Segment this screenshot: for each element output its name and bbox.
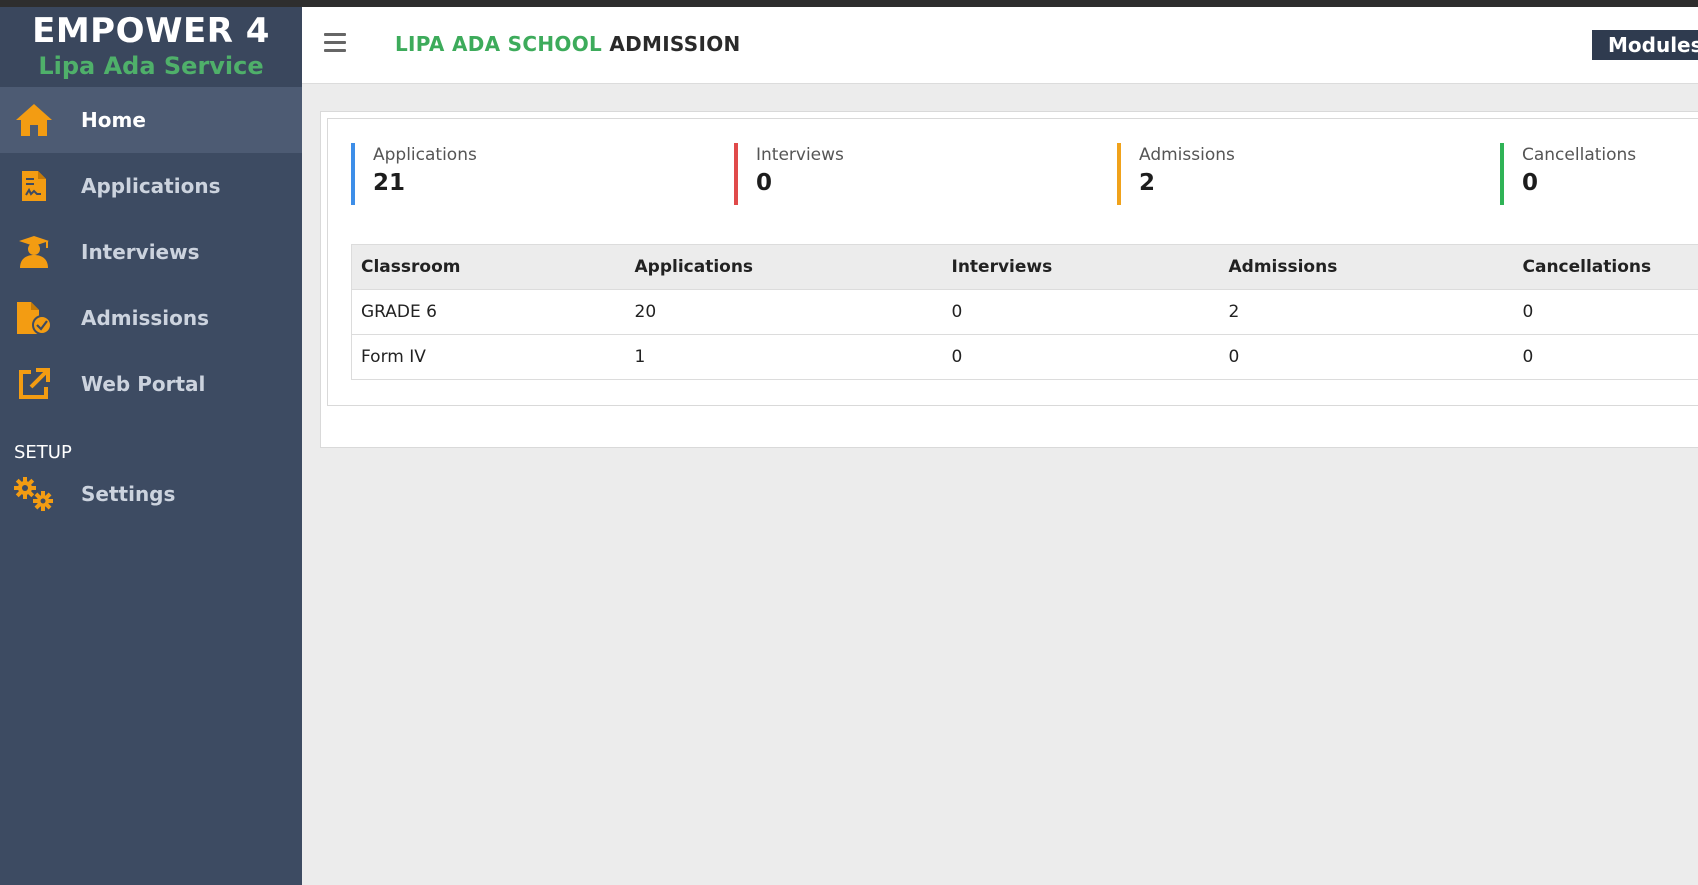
table-cell-classroom: GRADE 6 bbox=[351, 289, 626, 335]
stat-admissions: Admissions 2 bbox=[1117, 143, 1235, 205]
brand-title: EMPOWER 4 bbox=[32, 11, 270, 51]
stat-value: 0 bbox=[756, 170, 773, 196]
menu-toggle-icon[interactable] bbox=[324, 33, 346, 53]
sidebar-item-label: Interviews bbox=[81, 240, 200, 264]
brand: EMPOWER 4 Lipa Ada Service bbox=[0, 7, 302, 87]
sidebar-item-admissions[interactable]: Admissions bbox=[0, 285, 302, 351]
table-cell-cancellations: 0 bbox=[1513, 334, 1698, 380]
column-header-interviews: Interviews bbox=[942, 244, 1220, 290]
sidebar-item-label: Settings bbox=[81, 482, 176, 506]
table-cell-interviews: 0 bbox=[942, 334, 1220, 380]
brand-subtitle: Lipa Ada Service bbox=[38, 52, 264, 80]
column-header-classroom: Classroom bbox=[351, 244, 626, 290]
stat-interviews: Interviews 0 bbox=[734, 143, 844, 205]
page-title-school: LIPA ADA SCHOOL bbox=[395, 32, 603, 56]
window-top-strip bbox=[0, 0, 1698, 7]
stat-cancellations: Cancellations 0 bbox=[1500, 143, 1636, 205]
table-cell-admissions: 2 bbox=[1219, 289, 1514, 335]
page-title: LIPA ADA SCHOOL ADMISSION bbox=[395, 32, 741, 56]
column-header-applications: Applications bbox=[625, 244, 943, 290]
home-icon bbox=[12, 100, 56, 140]
sidebar: EMPOWER 4 Lipa Ada Service Home Applicat… bbox=[0, 7, 302, 885]
table-cell-cancellations: 0 bbox=[1513, 289, 1698, 335]
stat-label: Interviews bbox=[756, 145, 844, 165]
dashboard-card: Applications 21 Interviews 0 Admissions … bbox=[327, 118, 1698, 406]
sidebar-item-label: Web Portal bbox=[81, 372, 206, 396]
sidebar-item-label: Home bbox=[81, 108, 146, 132]
table-cell-admissions: 0 bbox=[1219, 334, 1514, 380]
stat-label: Admissions bbox=[1139, 145, 1235, 165]
table-cell-classroom: Form IV bbox=[351, 334, 626, 380]
table-cell-interviews: 0 bbox=[942, 289, 1220, 335]
sidebar-item-interviews[interactable]: Interviews bbox=[0, 219, 302, 285]
table-row: GRADE 6 20 0 2 0 bbox=[351, 289, 1698, 335]
stat-applications: Applications 21 bbox=[351, 143, 477, 205]
column-header-cancellations: Cancellations bbox=[1513, 244, 1698, 290]
table-cell-applications: 20 bbox=[625, 289, 943, 335]
sidebar-item-settings[interactable]: Settings bbox=[0, 467, 302, 521]
sidebar-item-label: Applications bbox=[81, 174, 221, 198]
external-link-icon bbox=[12, 364, 56, 404]
stat-label: Applications bbox=[373, 145, 477, 165]
graduate-user-icon bbox=[12, 232, 56, 272]
file-signature-icon bbox=[12, 166, 56, 206]
gears-icon bbox=[12, 474, 56, 514]
table-row: Form IV 1 0 0 0 bbox=[351, 334, 1698, 380]
sidebar-item-home[interactable]: Home bbox=[0, 87, 302, 153]
modules-button[interactable]: Modules bbox=[1592, 30, 1698, 60]
column-header-admissions: Admissions bbox=[1219, 244, 1514, 290]
classroom-table: Classroom Applications Interviews Admiss… bbox=[351, 244, 1698, 380]
stat-value: 0 bbox=[1522, 170, 1539, 196]
table-cell-applications: 1 bbox=[625, 334, 943, 380]
sidebar-item-applications[interactable]: Applications bbox=[0, 153, 302, 219]
stat-value: 2 bbox=[1139, 170, 1156, 196]
stat-label: Cancellations bbox=[1522, 145, 1637, 165]
page-title-suffix: ADMISSION bbox=[609, 32, 741, 56]
stat-value: 21 bbox=[373, 170, 406, 196]
sidebar-item-web-portal[interactable]: Web Portal bbox=[0, 351, 302, 417]
main-content: LIPA ADA SCHOOL ADMISSION Modules Applic… bbox=[302, 7, 1698, 885]
file-check-icon bbox=[12, 298, 56, 338]
section-label-setup: SETUP bbox=[14, 442, 72, 463]
sidebar-item-label: Admissions bbox=[81, 306, 210, 330]
header: LIPA ADA SCHOOL ADMISSION Modules bbox=[302, 7, 1698, 84]
table-header-row: Classroom Applications Interviews Admiss… bbox=[351, 244, 1698, 290]
dashboard-panel: Applications 21 Interviews 0 Admissions … bbox=[320, 111, 1698, 448]
